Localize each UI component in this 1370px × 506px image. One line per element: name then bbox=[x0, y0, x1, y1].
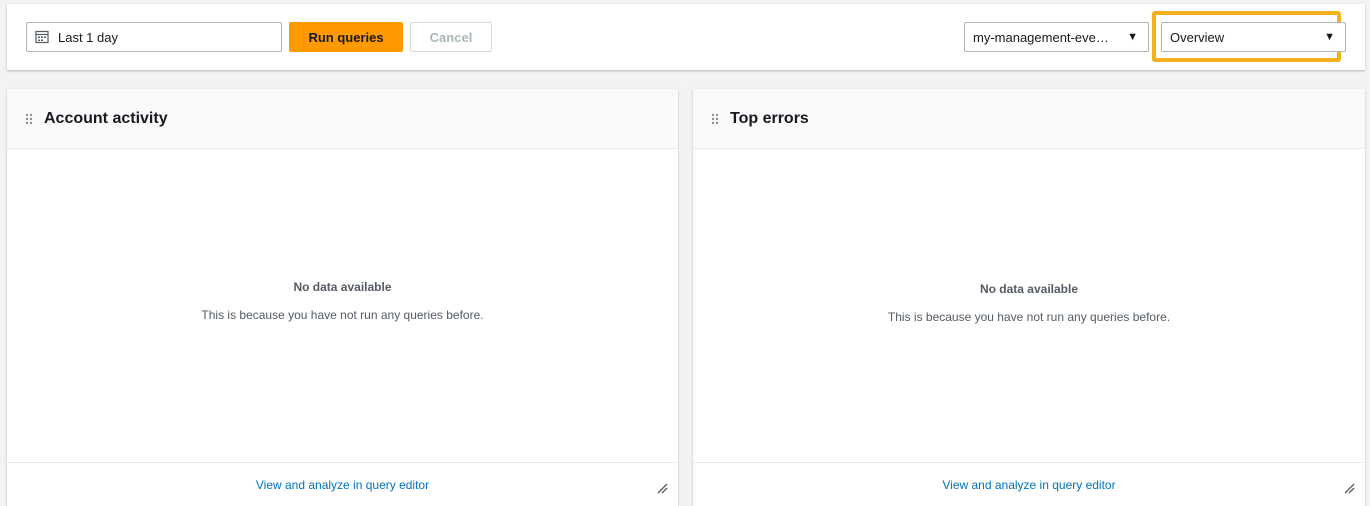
widget-title: Top errors bbox=[730, 109, 809, 127]
calendar-icon bbox=[35, 30, 49, 44]
widget-footer: View and analyze in query editor bbox=[7, 462, 678, 506]
query-editor-link[interactable]: View and analyze in query editor bbox=[942, 478, 1115, 492]
event-data-store-select[interactable]: my-management-eve… ▼ bbox=[964, 22, 1149, 52]
date-range-picker[interactable]: Last 1 day bbox=[26, 22, 282, 52]
empty-state: No data available This is because you ha… bbox=[693, 149, 1365, 462]
widget-title: Account activity bbox=[44, 109, 168, 127]
event-data-store-value: my-management-eve… bbox=[973, 29, 1109, 45]
empty-state-message: This is because you have not run any que… bbox=[201, 307, 484, 322]
empty-state-title: No data available bbox=[979, 281, 1079, 296]
caret-down-icon: ▼ bbox=[1127, 31, 1138, 43]
run-queries-button[interactable]: Run queries bbox=[289, 22, 403, 52]
query-editor-link[interactable]: View and analyze in query editor bbox=[256, 478, 429, 492]
caret-down-icon: ▼ bbox=[1324, 31, 1335, 43]
drag-handle-icon[interactable] bbox=[24, 112, 34, 126]
date-range-value: Last 1 day bbox=[58, 29, 118, 45]
empty-state-message: This is because you have not run any que… bbox=[887, 309, 1171, 324]
widget-footer: View and analyze in query editor bbox=[693, 462, 1365, 506]
drag-handle-icon[interactable] bbox=[710, 112, 720, 126]
resize-handle-icon[interactable] bbox=[1343, 482, 1355, 494]
widget-header: Top errors bbox=[693, 89, 1365, 149]
dashboard-select-value: Overview bbox=[1170, 29, 1225, 45]
widget-account-activity: Account activity No data available This … bbox=[7, 89, 678, 506]
dashboard-select[interactable]: Overview ▼ bbox=[1161, 22, 1346, 52]
cancel-button[interactable]: Cancel bbox=[410, 22, 492, 52]
query-toolbar: Last 1 day Run queries Cancel my-managem… bbox=[7, 4, 1365, 70]
empty-state-title: No data available bbox=[293, 279, 392, 294]
empty-state: No data available This is because you ha… bbox=[7, 149, 678, 462]
widget-top-errors: Top errors No data available This is bec… bbox=[693, 89, 1365, 506]
resize-handle-icon[interactable] bbox=[656, 482, 668, 494]
widget-header: Account activity bbox=[7, 89, 678, 149]
